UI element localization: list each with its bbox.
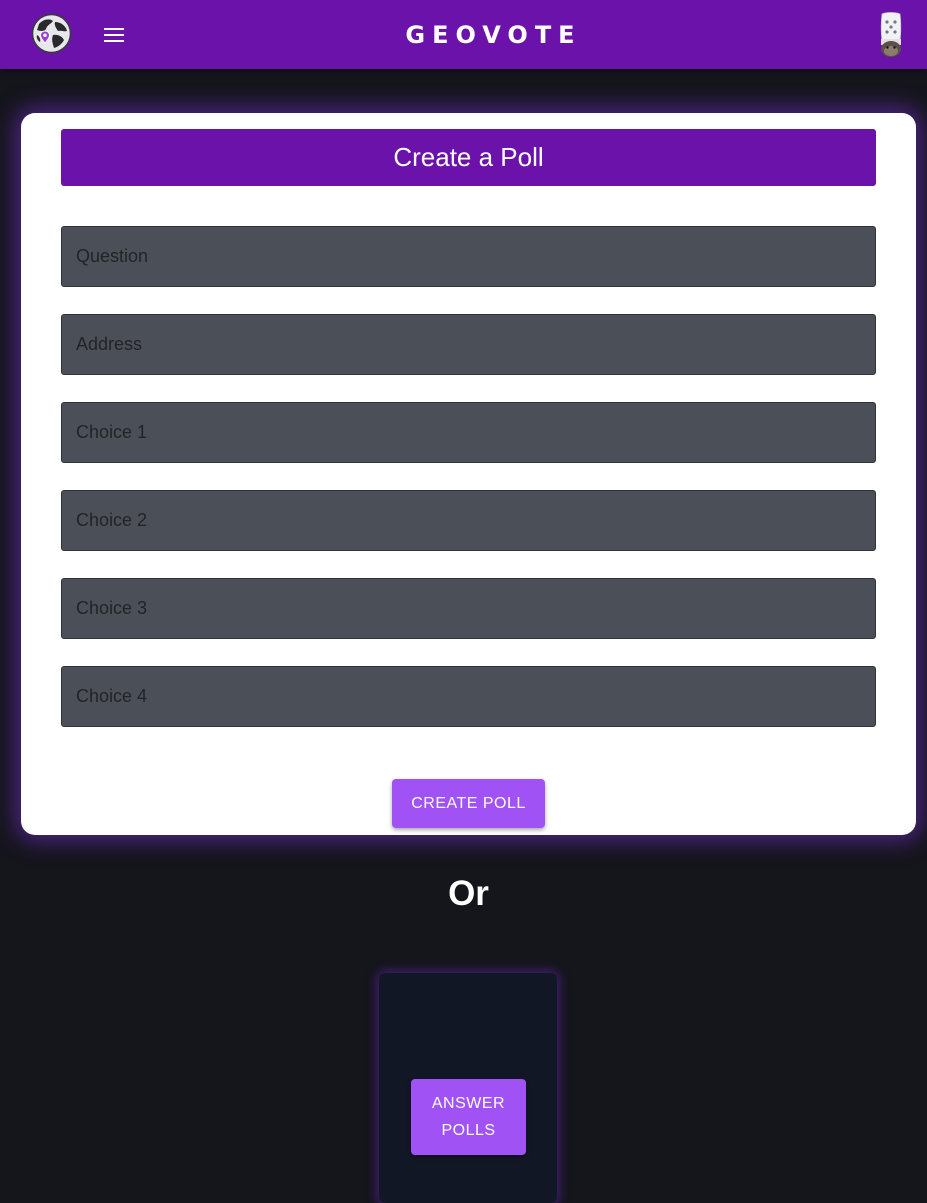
choice-4-input[interactable] bbox=[61, 666, 876, 727]
app-title: GEOVOTE bbox=[405, 21, 582, 49]
or-divider-text: Or bbox=[448, 874, 489, 913]
choice-2-input[interactable] bbox=[61, 490, 876, 551]
choice-3-input[interactable] bbox=[61, 578, 876, 639]
top-app-bar: GEOVOTE bbox=[0, 0, 927, 69]
question-input[interactable] bbox=[61, 226, 876, 287]
answer-polls-button[interactable]: ANSWER POLLS bbox=[411, 1079, 526, 1155]
address-input[interactable] bbox=[61, 314, 876, 375]
answer-polls-panel: ANSWER POLLS bbox=[379, 973, 557, 1203]
create-poll-heading: Create a Poll bbox=[61, 129, 876, 186]
choice-1-input[interactable] bbox=[61, 402, 876, 463]
create-poll-card: Create a Poll CREATE POLL bbox=[21, 113, 916, 835]
create-poll-button[interactable]: CREATE POLL bbox=[392, 779, 545, 828]
user-avatar-icon[interactable] bbox=[874, 12, 908, 58]
